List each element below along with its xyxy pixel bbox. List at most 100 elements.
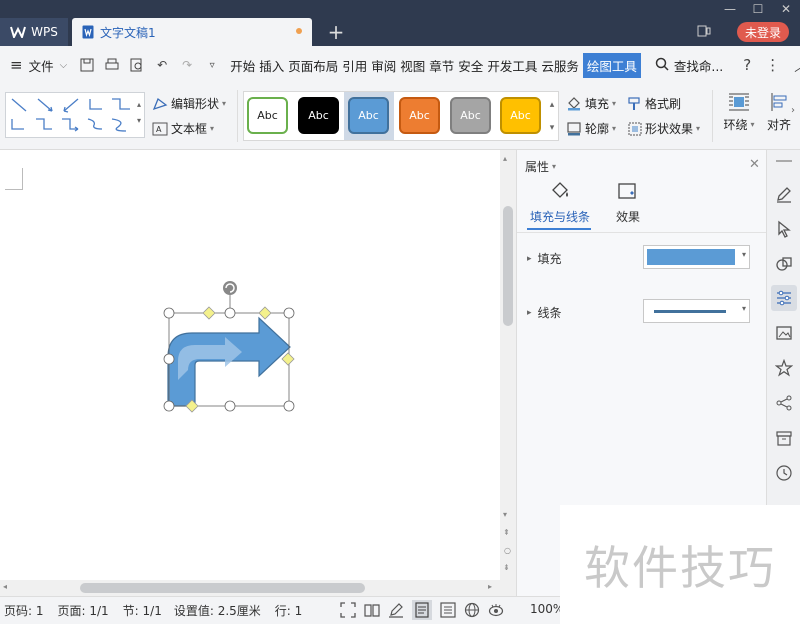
horizontal-scrollbar[interactable]: ◂ ▸ — [0, 580, 516, 596]
tab-security[interactable]: 安全 — [456, 53, 485, 78]
panel-title-menu[interactable]: 属性 ▾ — [525, 158, 556, 175]
tab-developer[interactable]: 开发工具 — [485, 53, 539, 78]
command-search[interactable]: 查找命... — [655, 53, 725, 78]
eye-protection-icon[interactable] — [488, 602, 504, 618]
select-cursor-icon[interactable] — [775, 220, 793, 238]
previous-page-icon[interactable]: ⇞ — [503, 528, 510, 537]
write-mode-icon[interactable] — [388, 602, 404, 618]
status-setting-value[interactable]: 设置值: 2.5厘米 — [174, 602, 261, 619]
share-icon[interactable] — [775, 394, 793, 412]
save-icon[interactable] — [77, 55, 97, 75]
close-window-button[interactable]: ✕ — [776, 2, 796, 16]
edit-shape-button[interactable]: 编辑形状 ▾ — [152, 95, 226, 112]
chevron-down-icon: ▾ — [612, 124, 617, 133]
history-clock-icon[interactable] — [775, 464, 793, 482]
print-icon[interactable] — [102, 55, 122, 75]
window-mode-icon[interactable] — [697, 24, 713, 40]
wps-home-tab[interactable]: WPS — [0, 18, 68, 46]
print-preview-icon[interactable] — [127, 55, 147, 75]
style-gallery-scroll[interactable]: ▴ ▾ — [546, 93, 558, 139]
ribbon-scroll-right-icon[interactable]: › — [791, 105, 795, 116]
web-view-globe-icon[interactable] — [464, 602, 480, 618]
redo-icon[interactable]: ↷ — [177, 55, 197, 75]
edit-shape-label: 编辑形状 — [171, 97, 220, 111]
text-box-button[interactable]: A 文本框 ▾ — [152, 120, 214, 137]
shape-effects-button[interactable]: 形状效果 ▾ — [628, 120, 700, 137]
tab-page-layout[interactable]: 页面布局 — [286, 53, 340, 78]
archive-box-icon[interactable] — [775, 429, 793, 447]
next-page-icon[interactable]: ⇟ — [503, 563, 510, 572]
status-pages[interactable]: 页面: 1/1 — [58, 602, 109, 619]
tab-insert[interactable]: 插入 — [257, 53, 286, 78]
image-gallery-icon[interactable] — [775, 324, 793, 342]
outline-button[interactable]: 轮廓 ▾ — [566, 120, 616, 137]
style-swatch-black[interactable]: Abc — [298, 97, 339, 134]
tab-effects[interactable]: 效果 — [605, 182, 651, 230]
style-swatch-blue[interactable]: Abc — [348, 97, 389, 134]
more-options-icon[interactable]: ⋮ — [765, 56, 780, 74]
minimize-button[interactable]: — — [720, 2, 740, 16]
tab-drawing-tools[interactable]: 绘图工具 — [582, 52, 641, 78]
style-swatch-gray[interactable]: Abc — [450, 97, 491, 134]
resize-handle-n — [224, 307, 236, 319]
shapes-icon[interactable] — [775, 255, 793, 273]
scroll-down-icon[interactable]: ▾ — [503, 510, 507, 519]
select-browse-object-icon[interactable]: ○ — [504, 546, 511, 555]
unsaved-dot-icon — [296, 28, 302, 34]
tab-view[interactable]: 视图 — [398, 53, 427, 78]
style-swatch-orange[interactable]: Abc — [399, 97, 440, 134]
fill-button[interactable]: 填充 ▾ — [566, 95, 616, 112]
resize-handle-nw — [163, 307, 175, 319]
fill-section-toggle[interactable]: ▸ 填充 — [527, 250, 562, 267]
line-color-picker[interactable]: ▾ — [643, 299, 750, 323]
new-tab-button[interactable]: + — [324, 18, 348, 46]
style-swatch-gold[interactable]: Abc — [500, 97, 541, 134]
outline-view-icon[interactable] — [440, 602, 456, 618]
status-page-number[interactable]: 页码: 1 — [4, 602, 44, 619]
star-icon[interactable] — [775, 359, 793, 377]
line-section-toggle[interactable]: ▸ 线条 — [527, 304, 562, 321]
tab-chapter[interactable]: 章节 — [427, 53, 456, 78]
align-button[interactable]: 对齐 — [762, 92, 796, 140]
text-box-icon: A — [152, 122, 168, 135]
fill-color-picker[interactable]: ▾ — [643, 245, 750, 269]
horizontal-scroll-thumb[interactable] — [80, 583, 365, 593]
help-icon[interactable]: ? — [743, 56, 751, 74]
document-tab[interactable]: 文字文稿1 — [72, 18, 312, 46]
scroll-up-icon[interactable]: ▴ — [503, 154, 507, 163]
chevron-down-icon: ▾ — [741, 304, 746, 313]
tab-references[interactable]: 引用 — [340, 53, 369, 78]
full-screen-icon[interactable] — [340, 602, 356, 618]
tab-cloud-services[interactable]: 云服务 — [539, 53, 581, 78]
wrap-text-button[interactable]: 环绕 ▾ — [720, 92, 758, 140]
scroll-right-icon[interactable]: ▸ — [488, 582, 492, 591]
tab-home[interactable]: 开始 — [228, 53, 257, 78]
customize-toolbar-icon[interactable]: ▿ — [202, 55, 222, 75]
tab-fill-line[interactable]: 填充与线条 — [527, 182, 593, 230]
scroll-left-icon[interactable]: ◂ — [3, 582, 7, 591]
vertical-scrollbar[interactable]: ▴ ▾ ⇞ ○ ⇟ — [500, 150, 516, 580]
status-section[interactable]: 节: 1/1 — [123, 602, 162, 619]
style-swatch-white[interactable]: Abc — [247, 97, 288, 134]
status-row[interactable]: 行: 1 — [275, 602, 303, 619]
outline-label: 轮廓 — [585, 122, 610, 136]
drag-handle-icon[interactable] — [776, 160, 792, 162]
adjust-handle — [281, 352, 295, 366]
pen-icon[interactable] — [775, 185, 793, 203]
watermark-text: 软件技巧 — [560, 505, 800, 624]
reading-mode-icon[interactable] — [364, 602, 380, 618]
shape-gallery[interactable]: ▴ ▾ — [5, 92, 145, 138]
vertical-scroll-thumb[interactable] — [503, 206, 513, 326]
file-menu[interactable]: ≡ 文件 ⌵ — [10, 53, 67, 78]
properties-sliders-icon[interactable] — [775, 289, 793, 307]
page-view-button[interactable] — [412, 600, 432, 620]
collapse-ribbon-icon[interactable]: ︿ — [794, 56, 800, 75]
bent-arrow-shape[interactable] — [155, 275, 305, 420]
format-painter-button[interactable]: 格式刷 — [628, 95, 681, 112]
tab-review[interactable]: 审阅 — [369, 53, 398, 78]
maximize-button[interactable]: ☐ — [748, 2, 768, 16]
close-panel-icon[interactable]: ✕ — [749, 157, 760, 172]
login-button[interactable]: 未登录 — [737, 22, 789, 42]
undo-icon[interactable]: ↶ — [152, 55, 172, 75]
hamburger-icon: ≡ — [10, 56, 23, 74]
